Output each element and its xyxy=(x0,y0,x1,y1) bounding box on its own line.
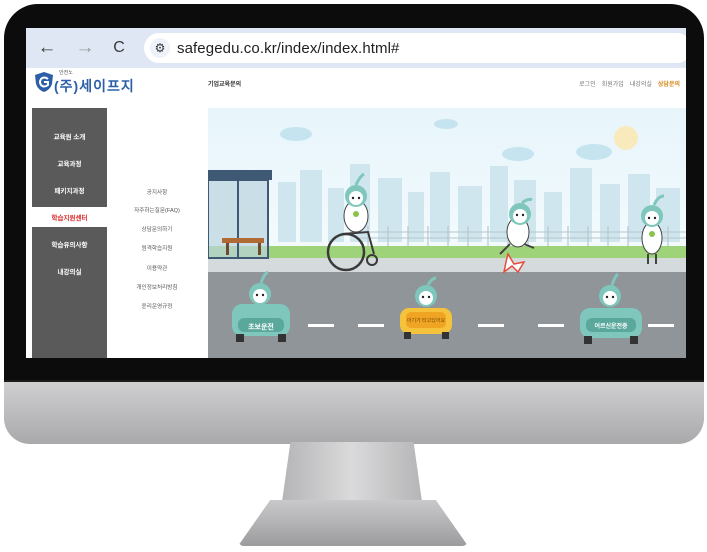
sidebar-item-learning-notes[interactable]: 학습유의사항 xyxy=(32,234,107,254)
reload-icon: C xyxy=(113,39,125,56)
sidebar-item-support-center[interactable]: 학습지원센터 xyxy=(32,207,107,227)
sidebar-item-courses[interactable]: 교육과정 xyxy=(32,153,107,173)
submenu-item-remote-support[interactable]: 원격학습지원 xyxy=(107,244,207,252)
shield-logo-icon[interactable] xyxy=(34,71,54,93)
submenu-item-notice[interactable]: 공지사항 xyxy=(107,188,207,196)
monitor-stand-neck xyxy=(282,442,422,502)
hero-banner: 초보운전 아기가 타고있어요 어르신운전중 xyxy=(207,108,686,358)
site-header: 안전노 (주)세이프지 기업교육문의 로그인 회원가입 내강의실 상담문의 xyxy=(26,68,686,108)
reload-button[interactable]: C xyxy=(108,37,130,59)
sidebar: 교육원 소개 교육과정 패키지과정 학습지원센터 학습유의사항 내강의실 xyxy=(32,108,107,358)
arrow-left-icon: ← xyxy=(37,37,57,58)
forward-button[interactable]: → xyxy=(74,37,96,59)
tune-icon: ⚙ xyxy=(154,41,166,55)
submenu-item-inquiry[interactable]: 상담문의하기 xyxy=(107,225,207,233)
login-link[interactable]: 로그인 xyxy=(579,79,596,88)
arrow-right-icon: → xyxy=(75,37,95,58)
submenu-item-privacy[interactable]: 개인정보처리방침 xyxy=(107,283,207,291)
submenu: 공지사항 자주하는질문(FAQ) 상담문의하기 원격학습지원 이용약관 개인정보… xyxy=(107,108,207,358)
logo-small-text: 안전노 xyxy=(59,70,73,76)
submenu-item-faq[interactable]: 자주하는질문(FAQ) xyxy=(107,206,207,214)
signup-link[interactable]: 회원가입 xyxy=(602,79,624,88)
back-button[interactable]: ← xyxy=(36,37,58,59)
monitor-chin xyxy=(4,380,704,444)
screen: ← → C ⚙ safegedu.co.kr/index/index.html#… xyxy=(26,28,686,358)
browser-toolbar: ← → C ⚙ safegedu.co.kr/index/index.html# xyxy=(26,28,686,68)
hero-illustration: 초보운전 아기가 타고있어요 어르신운전중 xyxy=(207,108,686,358)
submenu-item-terms[interactable]: 이용약관 xyxy=(107,264,207,272)
sidebar-item-my-classroom[interactable]: 내강의실 xyxy=(32,261,107,281)
monitor-stand-base xyxy=(238,500,468,546)
logo-text[interactable]: (주)세이프지 xyxy=(54,76,135,96)
page-title: 기업교육문의 xyxy=(208,82,242,88)
car-middle-label: 아기가 타고있어요 xyxy=(407,317,446,324)
top-links: 로그인 회원가입 내강의실 상담문의 xyxy=(579,79,680,88)
sidebar-item-packages[interactable]: 패키지과정 xyxy=(32,180,107,200)
car-right-label: 어르신운전중 xyxy=(594,322,628,330)
my-classroom-link[interactable]: 내강의실 xyxy=(630,79,652,88)
consultation-link[interactable]: 상담문의 xyxy=(658,79,680,88)
submenu-item-ethics[interactable]: 윤리운영규정 xyxy=(107,302,207,310)
url-text[interactable]: safegedu.co.kr/index/index.html# xyxy=(177,40,400,57)
bus-stop-icon xyxy=(207,170,272,259)
sidebar-item-about[interactable]: 교육원 소개 xyxy=(32,126,107,146)
site-info-button[interactable]: ⚙ xyxy=(150,38,170,58)
car-left-label: 초보운전 xyxy=(248,322,274,331)
